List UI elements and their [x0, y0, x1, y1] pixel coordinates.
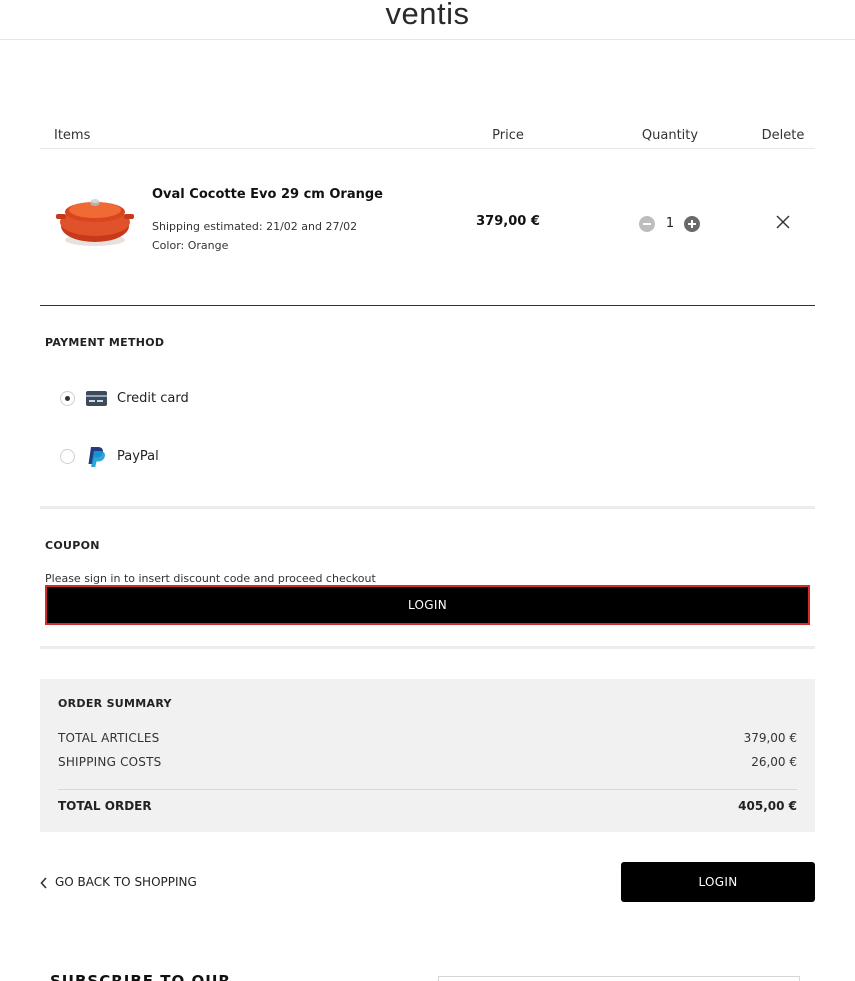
- total-order-value: 405,00 €: [738, 799, 797, 813]
- column-header-price: Price: [492, 128, 524, 143]
- product-name[interactable]: Oval Cocotte Evo 29 cm Orange: [152, 187, 383, 202]
- credit-card-label[interactable]: Credit card: [117, 391, 189, 406]
- summary-divider: [58, 789, 797, 790]
- total-articles-value: 379,00 €: [743, 731, 797, 745]
- total-order-label: TOTAL ORDER: [58, 799, 152, 813]
- coupon-divider: [40, 646, 815, 649]
- payment-divider: [40, 506, 815, 509]
- quantity-value: 1: [665, 216, 675, 231]
- cart-header-divider: [40, 148, 815, 149]
- minus-icon: [643, 223, 651, 225]
- plus-icon: [688, 220, 696, 228]
- delete-item-button[interactable]: [773, 212, 793, 232]
- newsletter-title: SUBSCRIBE TO OUR: [50, 972, 231, 981]
- column-header-items: Items: [54, 128, 91, 143]
- login-button[interactable]: LOGIN: [621, 862, 815, 902]
- cart-bottom-divider: [40, 305, 815, 306]
- go-back-to-shopping-link[interactable]: GO BACK TO SHOPPING: [55, 875, 197, 889]
- shipping-costs-label: SHIPPING COSTS: [58, 755, 162, 769]
- column-header-quantity: Quantity: [641, 128, 699, 143]
- shipping-costs-value: 26,00 €: [751, 755, 797, 769]
- column-header-delete: Delete: [761, 128, 805, 143]
- total-articles-label: TOTAL ARTICLES: [58, 731, 160, 745]
- quantity-increase-button[interactable]: [684, 216, 700, 232]
- product-color: Color: Orange: [152, 239, 229, 252]
- shipping-estimate: Shipping estimated: 21/02 and 27/02: [152, 220, 358, 233]
- paypal-label[interactable]: PayPal: [117, 449, 159, 464]
- paypal-icon: [88, 447, 105, 467]
- coupon-login-button[interactable]: LOGIN: [45, 585, 810, 625]
- order-summary: ORDER SUMMARY TOTAL ARTICLES 379,00 € SH…: [40, 679, 815, 832]
- site-header: ventis: [0, 0, 855, 40]
- order-summary-title: ORDER SUMMARY: [58, 697, 172, 710]
- chevron-left-icon[interactable]: [40, 877, 48, 889]
- payment-method-title: PAYMENT METHOD: [45, 336, 165, 349]
- coupon-note: Please sign in to insert discount code a…: [45, 572, 376, 585]
- close-icon: [776, 215, 790, 229]
- radio-credit-card[interactable]: [60, 391, 75, 406]
- credit-card-icon: [86, 391, 107, 406]
- product-price: 379,00 €: [476, 214, 540, 229]
- coupon-title: COUPON: [45, 539, 100, 552]
- newsletter-email-input[interactable]: [438, 976, 800, 981]
- quantity-decrease-button[interactable]: [639, 216, 655, 232]
- brand-logo[interactable]: ventis: [0, 0, 855, 32]
- radio-paypal[interactable]: [60, 449, 75, 464]
- product-image[interactable]: [54, 188, 136, 250]
